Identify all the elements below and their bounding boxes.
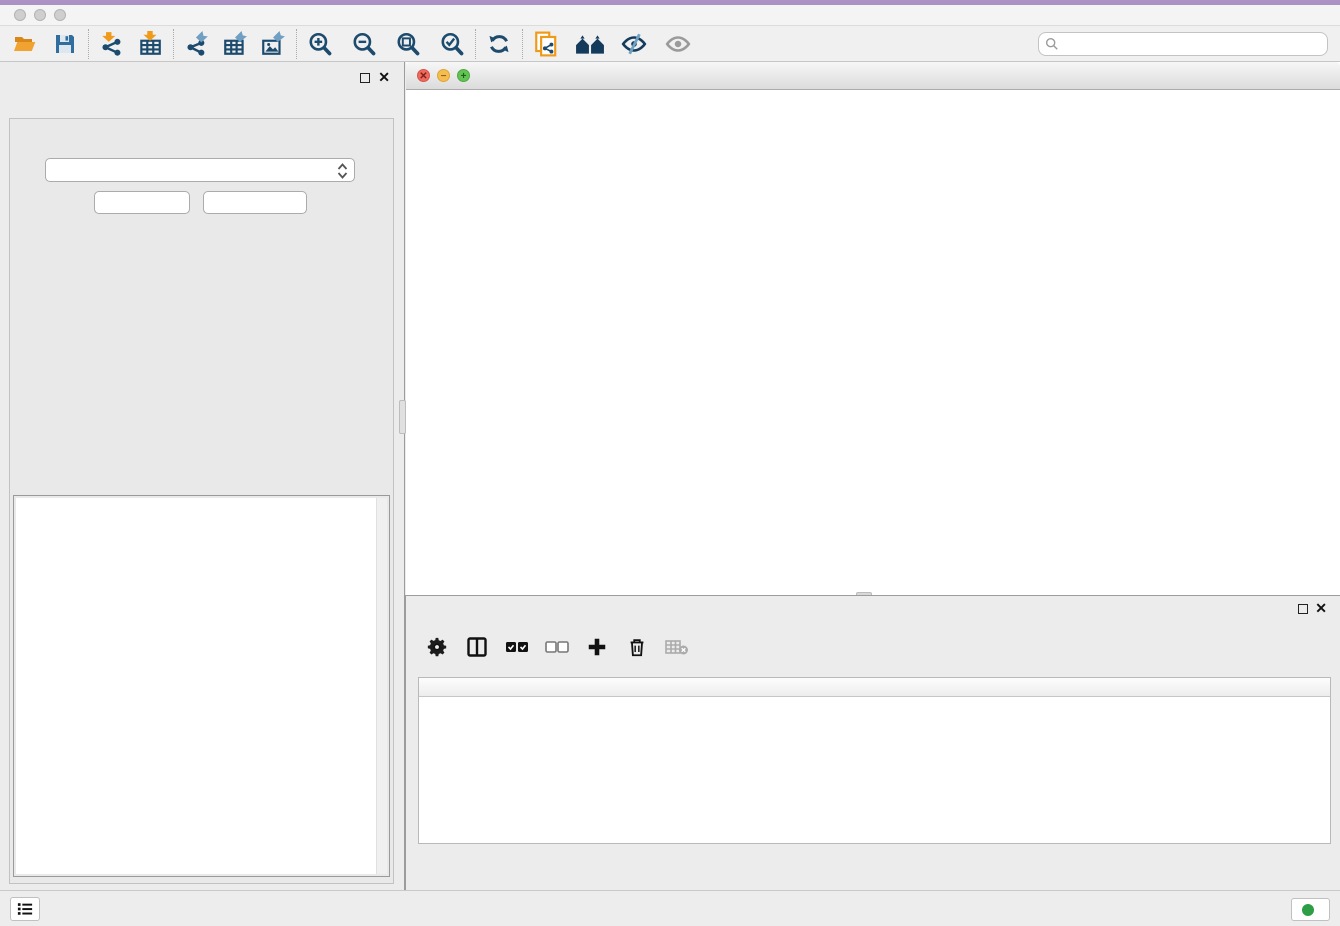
frame-maximize-button[interactable]: + (457, 69, 470, 82)
export-table-icon[interactable] (220, 30, 250, 58)
save-icon[interactable] (50, 30, 80, 58)
status-bar (0, 890, 1340, 926)
window-titlebar (0, 5, 1340, 26)
eye-icon (663, 30, 693, 58)
open-folder-icon[interactable] (10, 30, 40, 58)
float-table-panel-icon[interactable] (1298, 604, 1308, 614)
memory-button[interactable] (1291, 898, 1330, 921)
memory-status-dot (1302, 904, 1314, 916)
table-panel: ✕ (405, 595, 1340, 890)
select-all-icon[interactable] (504, 634, 530, 660)
zoom-in-icon[interactable] (305, 30, 335, 58)
zoom-out-icon[interactable] (349, 30, 379, 58)
window-close-button[interactable] (14, 9, 26, 21)
frame-minimize-button[interactable]: − (437, 69, 450, 82)
clone-network-icon[interactable] (531, 30, 561, 58)
float-panel-icon[interactable] (360, 73, 370, 83)
delete-column-icon[interactable] (624, 634, 650, 660)
network-canvas[interactable] (406, 90, 1340, 595)
zoom-selected-icon[interactable] (437, 30, 467, 58)
unselect-all-icon[interactable] (544, 634, 570, 660)
refresh-icon[interactable] (484, 30, 514, 58)
mcds-result-groupbox (13, 495, 390, 877)
close-table-panel-icon[interactable]: ✕ (1315, 601, 1327, 615)
run-mcds-button[interactable] (94, 191, 190, 214)
search-icon (1045, 37, 1059, 56)
gear-icon[interactable] (424, 634, 450, 660)
frame-close-button[interactable]: ✕ (417, 69, 430, 82)
import-network-icon[interactable] (97, 30, 127, 58)
zoom-fit-icon[interactable] (393, 30, 423, 58)
mcds-tab-content (9, 118, 394, 884)
close-panel-icon[interactable]: ✕ (378, 70, 390, 84)
select-stepper-icon (337, 162, 348, 187)
window-zoom-button[interactable] (54, 9, 66, 21)
table-toolbar (424, 631, 704, 663)
main-toolbar (0, 26, 1340, 62)
task-history-button[interactable] (10, 897, 40, 921)
table-header-row (419, 678, 1330, 697)
network-frame-titlebar[interactable]: ✕ − + (406, 62, 1340, 90)
home-icon[interactable] (575, 30, 605, 58)
network-view-frame: ✕ − + (406, 62, 1340, 595)
optimization-criterion-select[interactable] (45, 158, 355, 182)
search-field (1038, 32, 1328, 56)
export-image-icon[interactable] (258, 30, 288, 58)
search-input[interactable] (1038, 32, 1328, 56)
hide-eye-icon[interactable] (619, 30, 649, 58)
result-scrollbar[interactable] (376, 498, 387, 874)
window-minimize-button[interactable] (34, 9, 46, 21)
mcds-result-textarea[interactable] (16, 498, 387, 874)
column-icon[interactable] (464, 634, 490, 660)
node-table[interactable] (418, 677, 1331, 844)
import-table-icon[interactable] (135, 30, 165, 58)
panel-splitter-handle[interactable] (399, 400, 406, 434)
add-column-icon[interactable] (584, 634, 610, 660)
control-panel: ✕ (0, 62, 405, 890)
delete-table-icon (664, 634, 690, 660)
list-icon (16, 901, 34, 917)
export-network-icon[interactable] (182, 30, 212, 58)
close-panel-button[interactable] (203, 191, 307, 214)
